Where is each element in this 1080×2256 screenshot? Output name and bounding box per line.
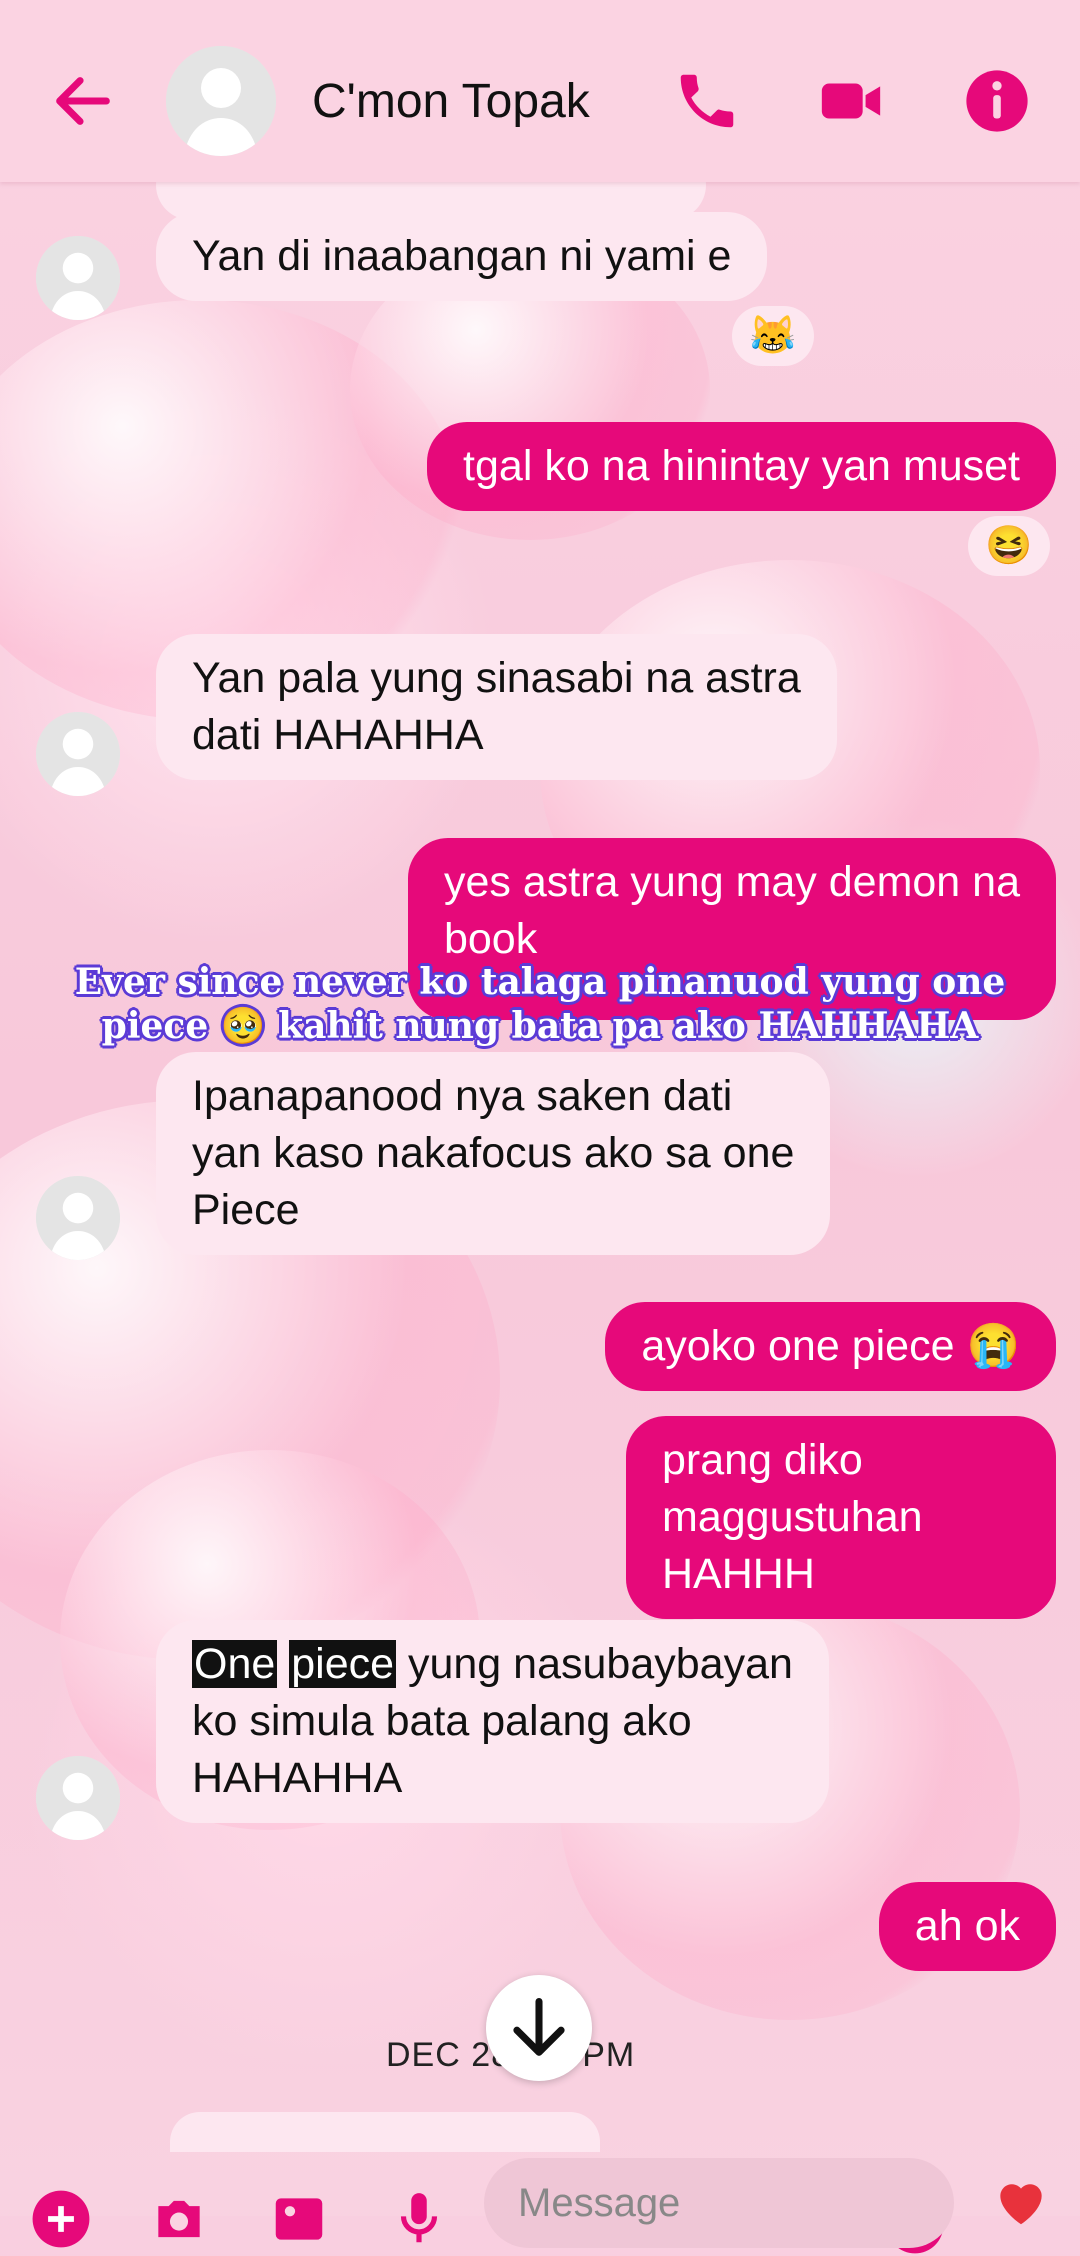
conversation-header: C'mon Topak xyxy=(0,0,1080,182)
default-user-icon xyxy=(36,1756,120,1840)
microphone-icon[interactable] xyxy=(388,2188,450,2250)
sender-avatar xyxy=(36,712,120,796)
camera-icon[interactable] xyxy=(148,2188,210,2250)
scroll-to-bottom-button[interactable] xyxy=(486,1975,592,2081)
message-input[interactable]: Message xyxy=(484,2158,954,2248)
phone-call-icon[interactable] xyxy=(672,66,742,136)
incoming-message[interactable]: Ipanapanood nya saken dati yan kaso naka… xyxy=(156,1052,831,1255)
default-user-icon xyxy=(166,46,276,156)
incoming-message[interactable]: Yan di inaabangan ni yami e xyxy=(156,212,768,301)
default-user-icon xyxy=(36,1176,120,1260)
sender-avatar xyxy=(36,1176,120,1260)
outgoing-message[interactable]: prang diko maggustuhan HAHHH xyxy=(626,1416,1056,1619)
message-reaction[interactable]: 😹 xyxy=(732,306,814,366)
incoming-message[interactable]: Yan pala yung sinasabi na astra dati HAH… xyxy=(156,634,837,780)
contact-name[interactable]: C'mon Topak xyxy=(312,74,590,129)
gallery-icon[interactable] xyxy=(268,2188,330,2250)
outgoing-message[interactable]: ah ok xyxy=(878,1882,1056,1971)
heart-reaction-icon[interactable] xyxy=(990,2170,1052,2232)
partial-message-bubble xyxy=(170,2112,600,2152)
highlighted-text: piece xyxy=(289,1640,397,1688)
default-user-icon xyxy=(36,712,120,796)
sender-avatar xyxy=(36,1756,120,1840)
message-reaction[interactable]: 😆 xyxy=(968,516,1050,576)
video-call-icon[interactable] xyxy=(816,66,886,136)
default-user-icon xyxy=(36,236,120,320)
highlighted-text: One xyxy=(192,1640,278,1688)
outgoing-message[interactable]: tgal ko na hinintay yan muset xyxy=(427,422,1056,511)
sender-avatar xyxy=(36,236,120,320)
incoming-message[interactable]: One piece yung nasubaybayan ko simula ba… xyxy=(156,1620,829,1823)
video-caption-overlay: Ever since never ko talaga pinanuod yung… xyxy=(74,961,1006,1047)
outgoing-message[interactable]: ayoko one piece 😭 xyxy=(605,1302,1056,1391)
contact-avatar[interactable] xyxy=(166,46,276,156)
plus-icon[interactable] xyxy=(30,2188,92,2250)
arrow-down-icon xyxy=(513,1997,565,2056)
info-icon[interactable] xyxy=(962,66,1032,136)
back-arrow-icon[interactable] xyxy=(48,66,118,136)
